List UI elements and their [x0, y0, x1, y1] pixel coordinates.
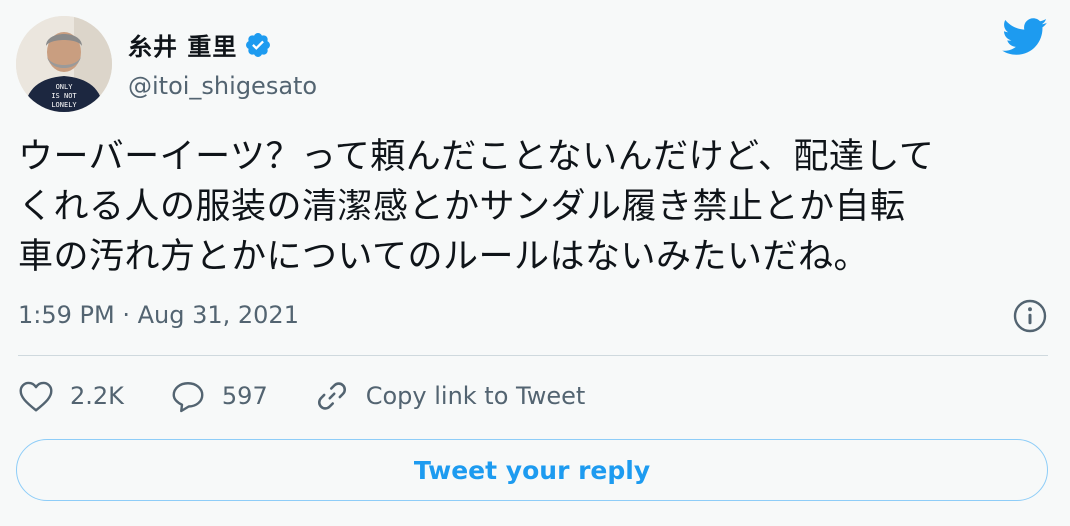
info-icon[interactable] — [1012, 298, 1048, 338]
action-bar: 2.2K 597 Copy link to Tweet — [18, 378, 631, 414]
divider — [18, 355, 1048, 356]
like-count: 2.2K — [70, 382, 124, 410]
copy-link-button[interactable]: Copy link to Tweet — [314, 378, 586, 414]
avatar-shirt-text: IS NOT — [51, 92, 77, 100]
author-handle[interactable]: @itoi_shigesato — [128, 72, 317, 100]
tweet-your-reply-button[interactable]: Tweet your reply — [16, 439, 1048, 501]
twitter-bird-icon[interactable] — [1000, 18, 1048, 62]
like-button[interactable]: 2.2K — [18, 379, 124, 413]
link-icon — [317, 382, 346, 410]
author-name[interactable]: 糸井 重里 — [128, 27, 237, 62]
verified-badge-icon — [244, 31, 272, 59]
avatar[interactable]: ONLY IS NOT LONELY — [16, 16, 112, 112]
reply-button[interactable]: 597 — [170, 379, 268, 413]
author-name-row: 糸井 重里 — [128, 27, 272, 62]
tweet-text: ウーバーイーツ？って頼んだことないんだけど、配達して くれる人の服装の清潔感とか… — [18, 132, 1048, 282]
reply-count: 597 — [221, 382, 268, 410]
tweet-timestamp[interactable]: 1:59 PM · Aug 31, 2021 — [18, 301, 299, 329]
tweet-text-line: ウーバーイーツ？って頼んだことないんだけど、配達して — [18, 137, 935, 177]
avatar-shirt-text: LONELY — [51, 101, 77, 109]
heart-icon — [19, 381, 53, 412]
tweet-text-line: 車の汚れ方とかについてのルールはないみたいだね。 — [18, 237, 869, 277]
avatar-shirt-text: ONLY — [56, 83, 74, 91]
copy-link-label: Copy link to Tweet — [365, 382, 586, 410]
comment-icon — [172, 382, 204, 413]
tweet-text-line: くれる人の服装の清潔感とかサンダル履き禁止とか自転 — [18, 187, 906, 227]
